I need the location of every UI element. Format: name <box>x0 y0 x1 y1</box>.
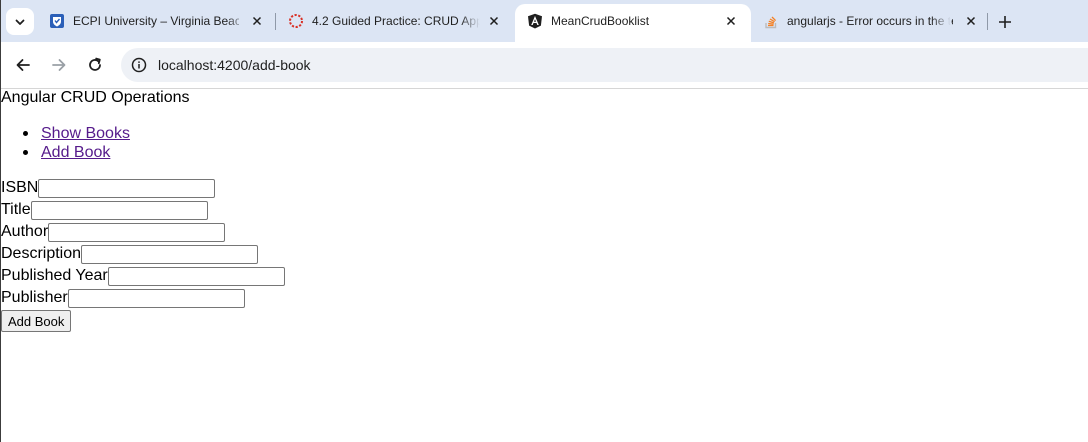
ring-icon <box>289 14 303 28</box>
isbn-input[interactable] <box>38 178 216 198</box>
tab-title-fade <box>227 14 247 32</box>
tab-title-fade <box>931 14 951 32</box>
forward-button[interactable] <box>47 53 71 77</box>
page-title: Angular CRUD Operations <box>1 89 190 106</box>
shield-icon <box>50 14 64 28</box>
tab-title-fade <box>460 14 480 32</box>
bullet-icon <box>23 150 28 155</box>
angular-icon <box>528 13 542 29</box>
tab-strip: ECPI University – Virginia Beach 4.2 Gui… <box>1 0 1088 42</box>
app-nav: Show Books Add Book <box>1 124 130 162</box>
isbn-label: ISBN <box>1 179 39 196</box>
tab-stackoverflow[interactable]: angularjs - Error occurs in the te <box>751 4 987 38</box>
tab-ecpi[interactable]: ECPI University – Virginia Beach <box>37 4 275 38</box>
description-label: Description <box>1 245 82 262</box>
close-icon[interactable] <box>723 13 739 29</box>
tab-title: ECPI University – Virginia Beach <box>73 14 239 28</box>
add-book-link[interactable]: Add Book <box>41 144 110 161</box>
reload-button[interactable] <box>83 53 107 77</box>
author-input[interactable] <box>48 222 226 242</box>
nav-item-add-book: Add Book <box>1 143 130 162</box>
add-book-button[interactable]: Add Book <box>1 310 72 332</box>
info-icon[interactable] <box>131 57 147 73</box>
description-input[interactable] <box>81 244 259 264</box>
close-icon[interactable] <box>486 13 502 29</box>
stackoverflow-icon <box>765 16 777 29</box>
form-row-published-year: Published Year <box>1 265 285 287</box>
form-row-publisher: Publisher <box>1 287 245 309</box>
form-row-isbn: ISBN <box>1 177 216 199</box>
url-text[interactable]: localhost:4200/add-book <box>158 57 311 73</box>
plus-icon <box>999 16 1011 28</box>
title-input[interactable] <box>30 200 208 220</box>
tab-separator <box>987 13 988 30</box>
nav-item-show-books: Show Books <box>1 124 130 143</box>
new-tab-button[interactable] <box>995 12 1015 32</box>
tab-title: angularjs - Error occurs in the te <box>787 14 953 28</box>
title-label: Title <box>1 201 31 218</box>
tab-title: 4.2 Guided Practice: CRUD Appl <box>312 14 480 28</box>
chevron-down-icon <box>15 19 25 25</box>
publisher-input[interactable] <box>67 288 245 308</box>
back-button[interactable] <box>11 53 35 77</box>
reload-icon <box>89 57 101 71</box>
tab-guided-practice[interactable]: 4.2 Guided Practice: CRUD Appl <box>276 4 514 38</box>
form-row-title: Title <box>1 199 208 221</box>
form-row-author: Author <box>1 221 226 243</box>
published-year-input[interactable] <box>107 266 285 286</box>
address-bar[interactable]: localhost:4200/add-book <box>121 48 1088 82</box>
browser-toolbar: localhost:4200/add-book <box>1 42 1088 88</box>
published-year-label: Published Year <box>1 267 108 284</box>
tab-search-button[interactable] <box>6 8 34 35</box>
close-icon[interactable] <box>963 13 979 29</box>
bullet-icon <box>23 131 28 136</box>
tab-mean-crud-booklist[interactable]: MeanCrudBooklist <box>515 4 751 42</box>
close-icon[interactable] <box>249 13 265 29</box>
form-row-description: Description <box>1 243 259 265</box>
arrow-left-icon <box>16 59 30 71</box>
tab-title: MeanCrudBooklist <box>551 14 650 28</box>
show-books-link[interactable]: Show Books <box>41 125 130 142</box>
arrow-right-icon <box>52 59 66 71</box>
page-content: Angular CRUD Operations Show Books Add B… <box>1 89 1088 442</box>
author-label: Author <box>1 223 49 240</box>
publisher-label: Publisher <box>1 289 68 306</box>
